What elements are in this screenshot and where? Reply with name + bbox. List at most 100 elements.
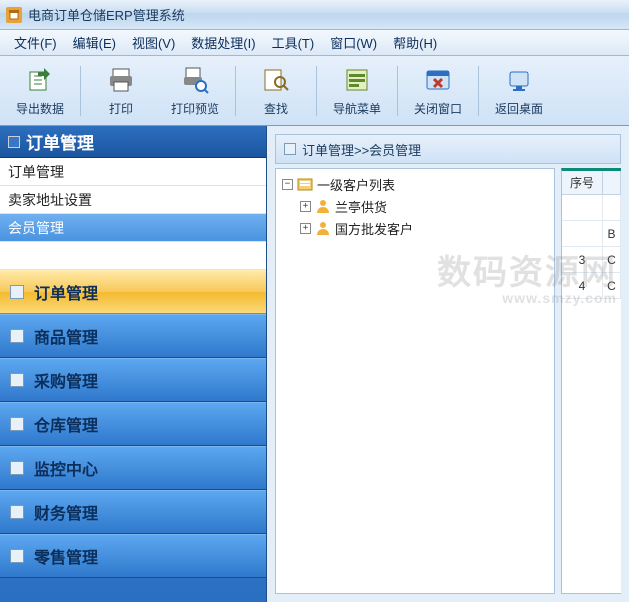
grid-panel: 序号 B 3 C 4 C [561, 168, 621, 594]
export-icon [24, 64, 56, 96]
sidebar-sub-order[interactable]: 订单管理 [0, 158, 266, 186]
module-warehouse[interactable]: 仓库管理 [0, 402, 266, 446]
module-retail-label: 零售管理 [34, 544, 98, 568]
module-icon [10, 417, 24, 431]
sidebar-header-icon [8, 136, 20, 148]
grid-row[interactable]: B [562, 221, 621, 247]
menu-file[interactable]: 文件(F) [6, 31, 65, 54]
tree-expand-icon[interactable]: + [300, 223, 311, 234]
menu-window[interactable]: 窗口(W) [322, 31, 385, 54]
module-icon [10, 505, 24, 519]
grid-header-col2[interactable] [603, 171, 621, 194]
tree-child-node[interactable]: + 国方批发客户 [280, 217, 550, 239]
grid-cell-seq: 3 [562, 247, 603, 272]
menu-tools[interactable]: 工具(T) [264, 31, 323, 54]
module-retail[interactable]: 零售管理 [0, 534, 266, 578]
tool-export[interactable]: 导出数据 [4, 59, 76, 123]
grid-cell-val: B [603, 221, 621, 246]
module-product[interactable]: 商品管理 [0, 314, 266, 358]
grid-row[interactable]: 3 C [562, 247, 621, 273]
module-icon [10, 373, 24, 387]
tool-find[interactable]: 查找 [240, 59, 312, 123]
tool-print[interactable]: 打印 [85, 59, 157, 123]
sidebar-sub-gap [0, 242, 266, 270]
sidebar: 订单管理 订单管理 卖家地址设置 会员管理 订单管理 商品管理 采购管理 仓库管… [0, 126, 267, 602]
nav-menu-icon [341, 64, 373, 96]
breadcrumb-icon [284, 143, 296, 155]
module-order[interactable]: 订单管理 [0, 270, 266, 314]
app-title: 电商订单仓储ERP管理系统 [28, 5, 185, 24]
tree-root-node[interactable]: − 一级客户列表 [280, 173, 550, 195]
grid-cell-val: C [603, 273, 621, 298]
grid-cell-val: C [603, 247, 621, 272]
sidebar-header-label: 订单管理 [26, 129, 94, 154]
breadcrumb: 订单管理>>会员管理 [275, 134, 621, 164]
menubar: 文件(F) 编辑(E) 视图(V) 数据处理(I) 工具(T) 窗口(W) 帮助… [0, 30, 629, 56]
sidebar-sub-seller-addr[interactable]: 卖家地址设置 [0, 186, 266, 214]
tool-navmenu-label: 导航菜单 [333, 100, 381, 117]
print-icon [105, 64, 137, 96]
breadcrumb-text: 订单管理>>会员管理 [302, 140, 421, 159]
grid-cell-seq [562, 221, 603, 246]
find-icon [260, 64, 292, 96]
customer-icon [315, 198, 331, 214]
module-monitor-label: 监控中心 [34, 456, 98, 480]
grid-row[interactable]: 4 C [562, 273, 621, 299]
tree-child-node[interactable]: + 兰亭供货 [280, 195, 550, 217]
menu-help[interactable]: 帮助(H) [385, 31, 445, 54]
menu-data[interactable]: 数据处理(I) [183, 31, 263, 54]
tree-expand-icon[interactable]: + [300, 201, 311, 212]
toolbar-separator [80, 66, 81, 116]
menu-edit[interactable]: 编辑(E) [65, 31, 124, 54]
grid-row[interactable] [562, 195, 621, 221]
print-preview-icon [179, 64, 211, 96]
sidebar-sublist: 订单管理 卖家地址设置 会员管理 [0, 158, 266, 270]
grid-header: 序号 [562, 171, 621, 195]
tool-back-desktop[interactable]: 返回桌面 [483, 59, 555, 123]
toolbar: 导出数据 打印 打印预览 查找 导航菜单 关闭窗口 [0, 56, 629, 126]
grid-cell-val [603, 195, 621, 220]
module-product-label: 商品管理 [34, 324, 98, 348]
module-monitor[interactable]: 监控中心 [0, 446, 266, 490]
toolbar-separator [397, 66, 398, 116]
tool-nav-menu[interactable]: 导航菜单 [321, 59, 393, 123]
toolbar-separator [478, 66, 479, 116]
toolbar-separator [235, 66, 236, 116]
tool-closewin-label: 关闭窗口 [414, 100, 462, 117]
main-area: 订单管理>>会员管理 − 一级客户列表 + 兰亭供货 [267, 126, 629, 602]
module-order-label: 订单管理 [34, 280, 98, 304]
tree-root-label: 一级客户列表 [317, 175, 395, 194]
module-finance[interactable]: 财务管理 [0, 490, 266, 534]
close-window-icon [422, 64, 454, 96]
module-icon [10, 285, 24, 299]
customer-icon [315, 220, 331, 236]
module-icon [10, 549, 24, 563]
sidebar-header: 订单管理 [0, 126, 266, 158]
module-warehouse-label: 仓库管理 [34, 412, 98, 436]
toolbar-separator [316, 66, 317, 116]
module-purchase-label: 采购管理 [34, 368, 98, 392]
sidebar-sub-member[interactable]: 会员管理 [0, 214, 266, 242]
tree-child1-label: 兰亭供货 [335, 197, 387, 216]
grid-cell-seq: 4 [562, 273, 603, 298]
back-desktop-icon [503, 64, 535, 96]
tool-close-window[interactable]: 关闭窗口 [402, 59, 474, 123]
titlebar: 电商订单仓储ERP管理系统 [0, 0, 629, 30]
module-icon [10, 329, 24, 343]
sidebar-modules: 订单管理 商品管理 采购管理 仓库管理 监控中心 财务管理 零售管理 [0, 270, 266, 602]
grid-header-seq[interactable]: 序号 [562, 171, 603, 194]
body: 订单管理 订单管理 卖家地址设置 会员管理 订单管理 商品管理 采购管理 仓库管… [0, 126, 629, 602]
tool-export-label: 导出数据 [16, 100, 64, 117]
tool-preview-label: 打印预览 [171, 100, 219, 117]
folder-list-icon [297, 176, 313, 192]
tool-back-label: 返回桌面 [495, 100, 543, 117]
grid-cell-seq [562, 195, 603, 220]
tool-print-preview[interactable]: 打印预览 [159, 59, 231, 123]
tree-collapse-icon[interactable]: − [282, 179, 293, 190]
tree-child2-label: 国方批发客户 [335, 219, 413, 238]
module-purchase[interactable]: 采购管理 [0, 358, 266, 402]
tool-find-label: 查找 [264, 100, 288, 117]
menu-view[interactable]: 视图(V) [124, 31, 183, 54]
module-finance-label: 财务管理 [34, 500, 98, 524]
app-icon [6, 7, 22, 23]
